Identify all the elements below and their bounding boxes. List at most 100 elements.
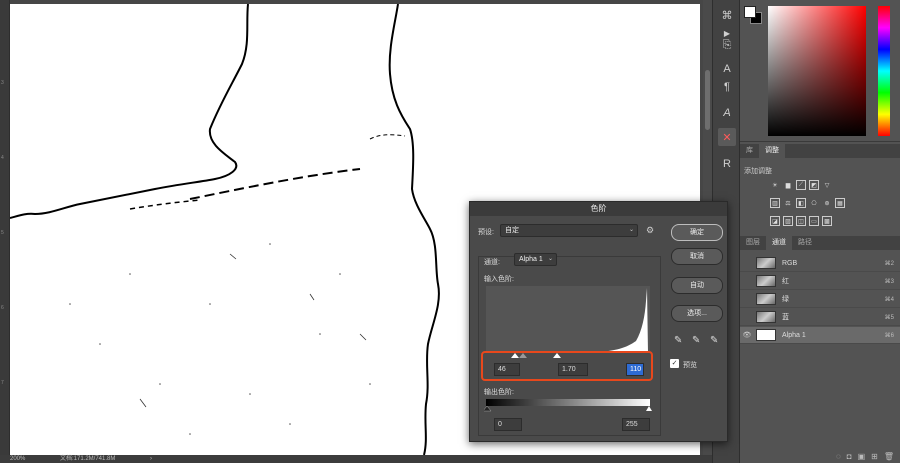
channel-row-rgb[interactable]: RGB ⌘2 [740, 255, 900, 272]
black-eyedropper-icon[interactable]: ✎ [674, 335, 682, 346]
scroll-thumb[interactable] [705, 70, 710, 130]
right-panel: 库 调整 添加调整 ☀ ▆ ⟋ ◩ ▽ ▥ ⚖ ◧ ⎔ ⊛ ▦ ◪ ▨ ◫ ▭ … [740, 0, 900, 463]
channel-shortcut: ⌘3 [884, 278, 894, 285]
history-brush-icon[interactable]: ⌘ [718, 6, 736, 24]
preset-value: 自定 [505, 227, 519, 234]
channel-row-blue[interactable]: 蓝 ⌘5 [740, 309, 900, 326]
status-menu-arrow[interactable]: › [150, 455, 152, 463]
preview-checkbox[interactable]: ✓ [670, 359, 679, 368]
chevron-down-icon: ⌄ [628, 227, 634, 233]
doc-size: 文档:171.2M/741.8M [60, 456, 116, 462]
text-a-icon[interactable]: A [718, 104, 736, 122]
ruler-mark: 5 [1, 230, 4, 236]
status-bar: 200% 文档:171.2M/741.8M › [0, 455, 712, 463]
levels-icon[interactable]: ▆ [783, 180, 793, 190]
color-balance-icon[interactable]: ⚖ [783, 198, 793, 208]
adjustment-row: ☀ ▆ ⟋ ◩ ▽ [770, 180, 832, 190]
tab-adjustments[interactable]: 调整 [759, 144, 785, 158]
channel-shortcut: ⌘2 [884, 260, 894, 267]
histogram-graph [486, 288, 648, 353]
channel-thumbnail [756, 293, 776, 305]
auto-button[interactable]: 自动 [671, 277, 723, 294]
channel-shortcut: ⌘6 [884, 332, 894, 339]
channel-thumbnail [756, 275, 776, 287]
threshold-icon[interactable]: ◫ [796, 216, 806, 226]
channel-select[interactable]: Alpha 1 ⌄ [514, 253, 557, 266]
mask-icon[interactable]: ▣ [858, 452, 866, 461]
channels-footer: ◌ ◘ ▣ ⊞ 🗑 [740, 449, 900, 463]
preset-select[interactable]: 自定 ⌄ [500, 224, 638, 237]
output-white-field[interactable]: 255 [622, 418, 650, 431]
visibility-eye-icon[interactable]: 👁 [740, 331, 754, 339]
photo-filter-icon[interactable]: ⎔ [809, 198, 819, 208]
levels-dialog: 色阶 预设: 自定 ⌄ ⚙ 通道: Alpha 1 ⌄ 输入色阶: 46 1.7… [469, 201, 728, 442]
exposure-icon[interactable]: ◩ [809, 180, 819, 190]
curves-icon[interactable]: ⟋ [796, 180, 806, 190]
channel-row-green[interactable]: 绿 ⌘4 [740, 291, 900, 308]
channel-thumbnail [756, 257, 776, 269]
new-channel-icon[interactable]: ⊞ [871, 452, 878, 461]
dialog-title: 色阶 [470, 202, 727, 216]
foreground-color-swatch[interactable] [744, 6, 756, 18]
save-selection-icon[interactable]: ◘ [847, 452, 852, 461]
gear-icon[interactable]: ⚙ [646, 225, 654, 236]
channel-name: 绿 [782, 296, 789, 303]
adjustment-row: ◪ ▨ ◫ ▭ ▩ [770, 216, 832, 226]
gradient-map-icon[interactable]: ▭ [809, 216, 819, 226]
preview-label: 预览 [683, 362, 697, 369]
color-picker-panel [740, 0, 900, 142]
glyph-r-icon[interactable]: R [718, 155, 736, 173]
vibrance-icon[interactable]: ▽ [822, 180, 832, 190]
cancel-button[interactable]: 取消 [671, 248, 723, 265]
tab-channels[interactable]: 通道 [766, 236, 792, 250]
channel-row-red[interactable]: 红 ⌘3 [740, 273, 900, 290]
channel-label: 通道: [484, 259, 500, 266]
ruler-mark: 4 [1, 155, 4, 161]
black-white-icon[interactable]: ◧ [796, 198, 806, 208]
tab-paths[interactable]: 路径 [792, 236, 818, 250]
channel-thumbnail [756, 311, 776, 323]
layers-panel: 图层 通道 路径 RGB ⌘2 红 ⌘3 绿 ⌘4 蓝 ⌘5 👁 Alpha 1… [740, 236, 900, 463]
ruler-mark: 3 [1, 80, 4, 86]
adjustment-row: ▥ ⚖ ◧ ⎔ ⊛ ▦ [770, 198, 845, 208]
invert-icon[interactable]: ◪ [770, 216, 780, 226]
output-sliders[interactable] [484, 406, 652, 412]
ruler-mark: 6 [1, 305, 4, 311]
channel-name: RGB [782, 259, 798, 267]
tab-layers[interactable]: 图层 [740, 236, 766, 250]
channel-row-alpha-1[interactable]: 👁 Alpha 1 ⌘6 [740, 327, 900, 344]
load-selection-icon[interactable]: ◌ [836, 452, 841, 461]
channel-name: Alpha 1 [782, 331, 806, 339]
channel-shortcut: ⌘4 [884, 296, 894, 303]
output-black-field[interactable]: 0 [494, 418, 522, 431]
ok-button[interactable]: 确定 [671, 224, 723, 241]
channel-name: 红 [782, 278, 789, 285]
clone-icon[interactable]: ⎘ [718, 36, 736, 54]
layers-tabs: 图层 通道 路径 [740, 236, 900, 250]
preset-label: 预设: [478, 229, 494, 236]
paragraph-icon[interactable]: ¶ [718, 78, 736, 96]
posterize-icon[interactable]: ▨ [783, 216, 793, 226]
chevron-down-icon: ⌄ [547, 256, 553, 262]
input-levels-highlight [481, 351, 653, 381]
character-icon[interactable]: A [718, 60, 736, 78]
white-eyedropper-icon[interactable]: ✎ [710, 335, 718, 346]
channel-shortcut: ⌘5 [884, 314, 894, 321]
zoom-level[interactable]: 200% [10, 455, 25, 463]
options-button[interactable]: 选项... [671, 305, 723, 322]
trash-icon[interactable]: 🗑 [884, 452, 894, 461]
adjustments-panel: 库 调整 添加调整 ☀ ▆ ⟋ ◩ ▽ ▥ ⚖ ◧ ⎔ ⊛ ▦ ◪ ▨ ◫ ▭ … [740, 144, 900, 236]
color-field[interactable] [768, 6, 866, 136]
tools-crossed-icon[interactable]: ✕ [718, 128, 736, 146]
brightness-icon[interactable]: ☀ [770, 180, 780, 190]
color-lookup-icon[interactable]: ▦ [835, 198, 845, 208]
channel-mixer-icon[interactable]: ⊛ [822, 198, 832, 208]
ruler-mark: 7 [1, 380, 4, 386]
adjustments-tabs: 库 调整 [740, 144, 900, 158]
hue-slider[interactable] [878, 6, 890, 136]
hue-saturation-icon[interactable]: ▥ [770, 198, 780, 208]
tab-library[interactable]: 库 [740, 144, 759, 158]
gray-eyedropper-icon[interactable]: ✎ [692, 335, 700, 346]
channel-thumbnail [756, 329, 776, 341]
selective-color-icon[interactable]: ▩ [822, 216, 832, 226]
